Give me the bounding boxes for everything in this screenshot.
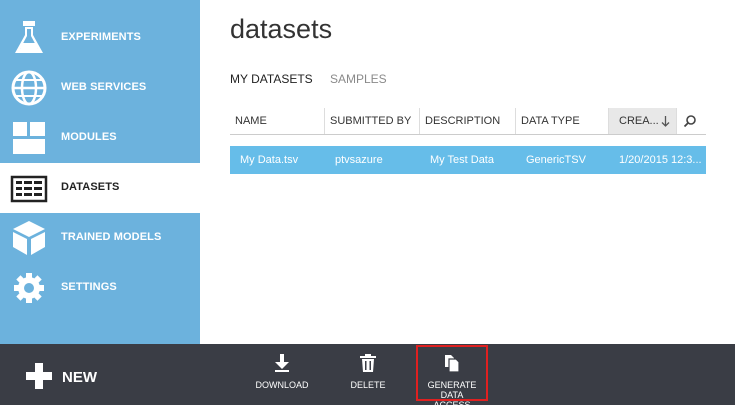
- tab-samples[interactable]: SAMPLES: [330, 72, 387, 86]
- trash-icon: [360, 354, 376, 372]
- sidebar-item-settings[interactable]: SETTINGS: [0, 263, 200, 313]
- sidebar-item-experiments[interactable]: EXPERIMENTS: [0, 13, 200, 63]
- sidebar-item-datasets[interactable]: DATASETS: [0, 163, 200, 213]
- sidebar-item-trained-models[interactable]: TRAINED MODELS: [0, 213, 200, 263]
- modules-icon: [13, 122, 45, 154]
- sidebar-item-label: SETTINGS: [61, 281, 117, 293]
- delete-label: DELETE: [350, 380, 386, 390]
- datasets-icon: [10, 175, 48, 203]
- highlight-box: [416, 345, 488, 401]
- delete-button[interactable]: DELETE: [345, 354, 391, 390]
- plus-icon: [26, 363, 52, 389]
- label-line-2: ACCESS CODE...: [433, 400, 471, 420]
- column-header-created[interactable]: CREA...: [609, 108, 677, 134]
- column-header-submitted-by[interactable]: SUBMITTED BY: [325, 108, 420, 134]
- sidebar: EXPERIMENTS WEB SERVICES MODULES DATASET…: [0, 0, 200, 344]
- sidebar-item-label: TRAINED MODELS: [61, 231, 162, 243]
- new-button-label: NEW: [62, 369, 97, 386]
- page-title: datasets: [230, 14, 333, 44]
- cube-icon: [13, 221, 45, 255]
- column-header-description[interactable]: DESCRIPTION: [420, 108, 516, 134]
- sidebar-item-label: DATASETS: [61, 181, 120, 193]
- sidebar-item-web-services[interactable]: WEB SERVICES: [0, 63, 200, 113]
- sidebar-item-label: WEB SERVICES: [61, 81, 147, 93]
- tab-my-datasets[interactable]: MY DATASETS: [230, 72, 313, 86]
- column-header-data-type[interactable]: DATA TYPE: [516, 108, 609, 134]
- search-icon[interactable]: [683, 114, 697, 128]
- table-row[interactable]: My Data.tsv ptvsazure My Test Data Gener…: [230, 146, 706, 174]
- gear-icon: [14, 273, 44, 303]
- arrow-down-icon: [661, 116, 670, 127]
- globe-icon: [11, 70, 47, 106]
- cell-data-type: GenericTSV: [526, 154, 586, 166]
- sidebar-item-label: EXPERIMENTS: [61, 31, 141, 43]
- flask-icon: [15, 21, 43, 53]
- cell-name: My Data.tsv: [240, 154, 299, 166]
- cell-submitted-by: ptvsazure: [335, 154, 383, 166]
- download-icon: [275, 354, 289, 372]
- cell-created: 1/20/2015 12:3...: [619, 154, 702, 166]
- download-button[interactable]: DOWNLOAD: [252, 354, 312, 390]
- command-bar: NEW DOWNLOAD DELETE GENERATE DATA ACCESS…: [0, 344, 735, 420]
- column-header-label: CREA...: [619, 115, 659, 127]
- column-header-name[interactable]: NAME: [230, 108, 325, 134]
- cell-description: My Test Data: [430, 154, 494, 166]
- download-label: DOWNLOAD: [255, 380, 309, 390]
- sidebar-item-label: MODULES: [61, 131, 117, 143]
- table-header: NAME SUBMITTED BY DESCRIPTION DATA TYPE …: [230, 108, 706, 135]
- sidebar-item-modules[interactable]: MODULES: [0, 113, 200, 163]
